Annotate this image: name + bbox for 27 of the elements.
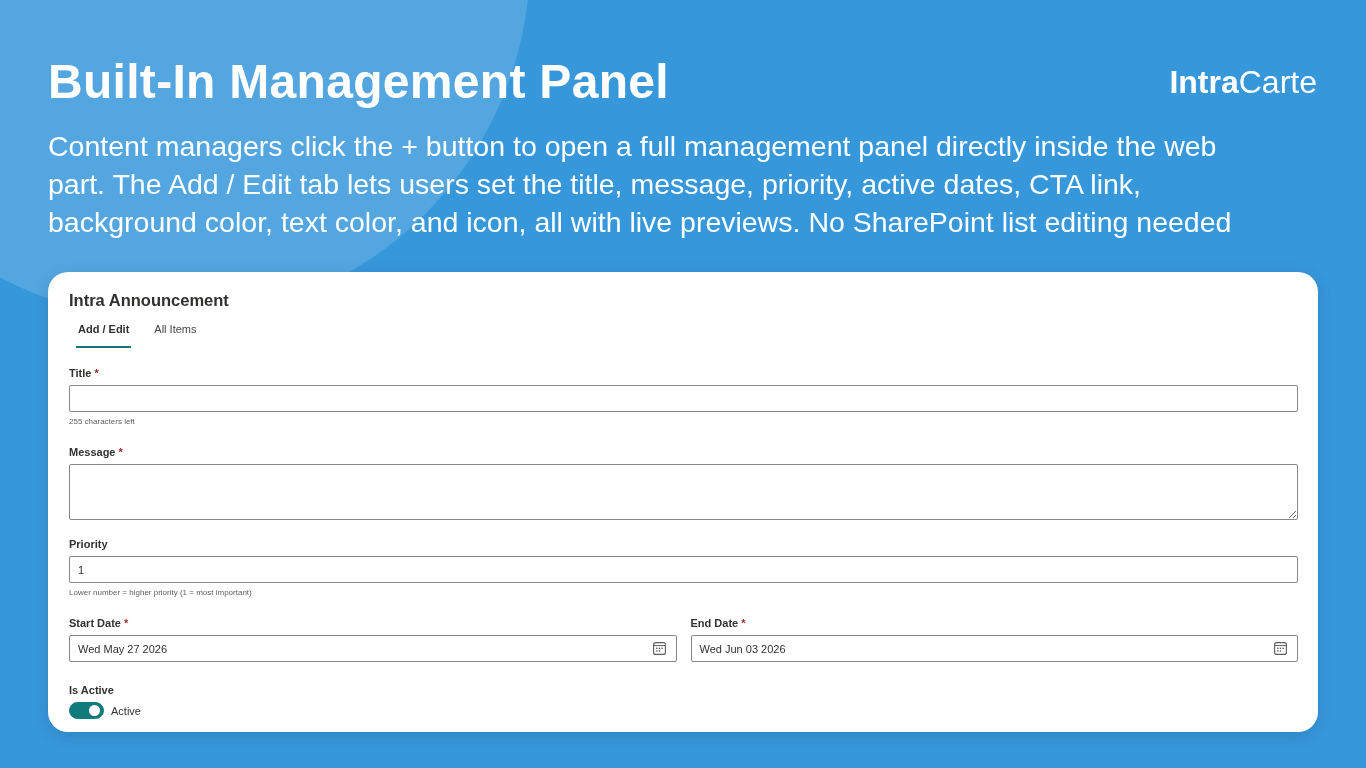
field-hint: 255 characters left: [69, 416, 135, 428]
text-field[interactable]: [69, 385, 1298, 412]
field-label: Priority: [69, 537, 108, 552]
tab[interactable]: Add / Edit: [76, 312, 132, 348]
toggle-label: Active: [111, 703, 141, 719]
logo: IntraCarte: [1169, 63, 1317, 101]
calendar-icon[interactable]: [652, 642, 666, 655]
description: Content managers click the + button to open a full management panel directly inside the web part. The Add / Edit tab lets users set the title, message, priority, active dates, CTA link, background color, text color, and icon, all with live previews. No SharePoint list editing needed: [48, 129, 1233, 240]
date-field[interactable]: Wed May 27 2026: [69, 635, 677, 662]
required-mark: *: [741, 616, 746, 631]
page-heading: Built-In Management Panel: [48, 54, 669, 110]
tab[interactable]: All Items: [152, 312, 199, 348]
toggle-switch[interactable]: [69, 702, 104, 719]
field-label: End Date: [690, 616, 739, 631]
field-label: Start Date: [69, 616, 121, 631]
field-label: Is Active: [69, 683, 114, 698]
text-field[interactable]: 1: [69, 556, 1298, 583]
required-mark: *: [123, 616, 129, 631]
field-label: Message: [69, 445, 116, 460]
field-label: Title: [69, 366, 92, 381]
date-field[interactable]: Wed Jun 03 2026: [690, 635, 1298, 662]
field-hint: Lower number = higher priority (1 = most important): [69, 587, 252, 599]
calendar-icon[interactable]: [1274, 642, 1287, 655]
text-area-field[interactable]: [69, 464, 1298, 520]
panel-title: Intra Announcement: [69, 290, 229, 310]
required-mark: *: [94, 366, 99, 381]
required-mark: *: [118, 445, 123, 460]
